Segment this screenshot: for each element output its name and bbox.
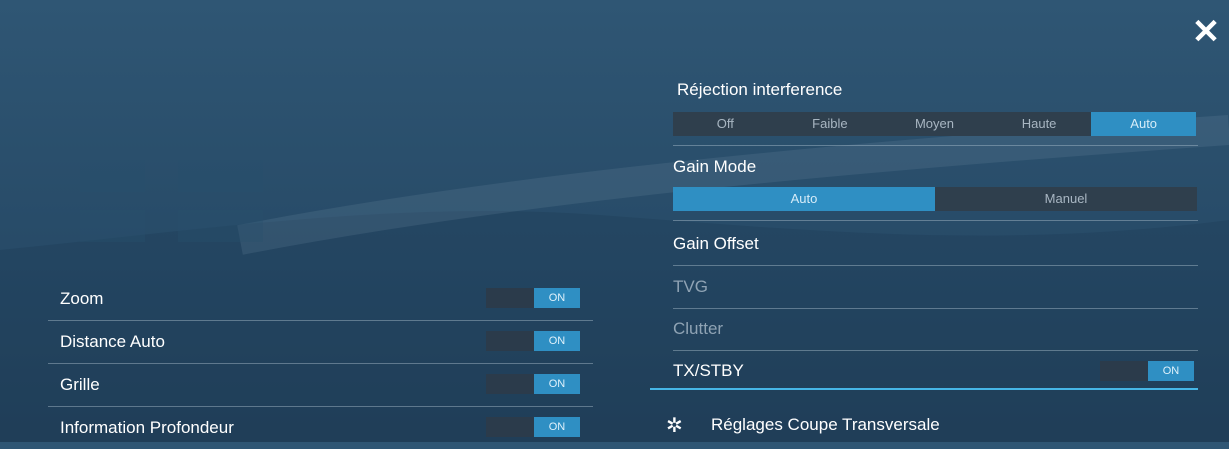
- gain-offset-item[interactable]: Gain Offset: [673, 234, 759, 254]
- tx-stby-toggle[interactable]: ON: [1100, 361, 1194, 381]
- gain-mode-title: Gain Mode: [673, 157, 757, 176]
- rejection-option-off[interactable]: Off: [673, 112, 778, 136]
- rejection-option-auto[interactable]: Auto: [1091, 112, 1196, 136]
- zoom-label: Zoom: [60, 289, 104, 308]
- gear-icon: ✲: [666, 415, 683, 437]
- grille-label: Grille: [60, 375, 100, 394]
- distance-auto-toggle-state: ON: [534, 331, 580, 351]
- accent-line: [650, 388, 1198, 390]
- gain-mode-option-auto[interactable]: Auto: [673, 187, 935, 211]
- gain-mode-option-manuel[interactable]: Manuel: [935, 187, 1197, 211]
- zoom-row[interactable]: Zoom ON: [48, 278, 593, 321]
- reglages-coupe-transversale-button[interactable]: Réglages Coupe Transversale: [711, 415, 940, 435]
- rejection-option-faible[interactable]: Faible: [778, 112, 883, 136]
- rejection-selector: Off Faible Moyen Haute Auto: [673, 112, 1196, 136]
- information-profondeur-toggle-state: ON: [534, 417, 580, 437]
- clutter-item: Clutter: [673, 319, 724, 338]
- rejection-option-haute[interactable]: Haute: [987, 112, 1092, 136]
- grille-row[interactable]: Grille ON: [48, 364, 593, 407]
- information-profondeur-row[interactable]: Information Profondeur ON: [48, 407, 593, 449]
- tx-stby-toggle-state: ON: [1148, 361, 1194, 381]
- distance-auto-toggle[interactable]: ON: [486, 331, 580, 351]
- divider: [673, 308, 1198, 309]
- distance-auto-row[interactable]: Distance Auto ON: [48, 321, 593, 364]
- information-profondeur-toggle[interactable]: ON: [486, 417, 580, 437]
- grille-toggle-state: ON: [534, 374, 580, 394]
- rejection-option-moyen[interactable]: Moyen: [882, 112, 987, 136]
- display-options-panel: Zoom ON Distance Auto ON Grille ON Infor…: [48, 278, 593, 449]
- divider: [673, 145, 1198, 146]
- divider: [673, 220, 1198, 221]
- gain-mode-selector: Auto Manuel: [673, 187, 1197, 211]
- information-profondeur-label: Information Profondeur: [60, 418, 234, 437]
- rejection-title: Réjection interference: [677, 80, 843, 99]
- zoom-toggle[interactable]: ON: [486, 288, 580, 308]
- tvg-item: TVG: [673, 277, 708, 296]
- close-button[interactable]: ✕: [1190, 14, 1222, 50]
- distance-auto-label: Distance Auto: [60, 332, 165, 351]
- grille-toggle[interactable]: ON: [486, 374, 580, 394]
- divider: [673, 265, 1198, 266]
- divider: [673, 350, 1198, 351]
- zoom-toggle-state: ON: [534, 288, 580, 308]
- tx-stby-label: TX/STBY: [673, 361, 744, 380]
